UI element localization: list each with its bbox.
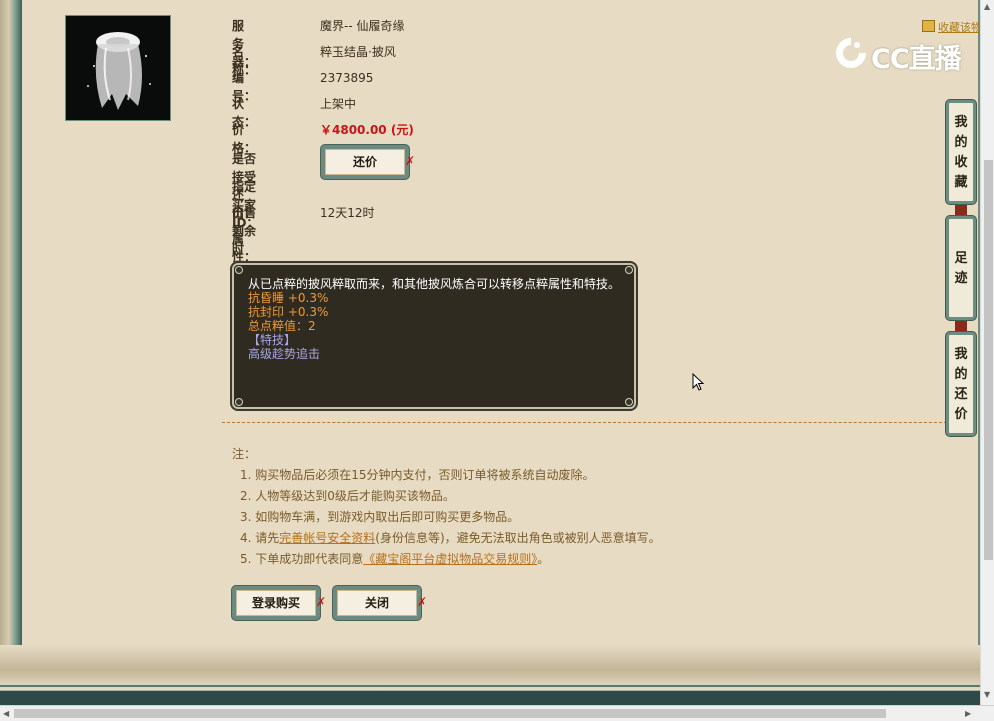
bottom-frame-border — [0, 645, 980, 690]
corner-ornament — [235, 266, 243, 274]
section-divider — [222, 422, 977, 423]
close-button[interactable]: 关闭 ✗ — [333, 586, 427, 620]
vertical-scroll-thumb[interactable] — [984, 160, 993, 560]
mouse-cursor-icon — [692, 373, 704, 391]
sidebar-my-favorites[interactable]: 我 的 收 藏 — [946, 100, 976, 204]
horizontal-scrollbar[interactable]: ◀ ▶ — [0, 705, 994, 721]
notes-title: 注： — [232, 447, 257, 461]
note-item: 4. 请先完善帐号安全资料(身份信息等)，避免无法取出角色或被别人恶意填写。 — [240, 531, 661, 545]
left-frame-border — [0, 0, 22, 690]
description-text: 从已点粹的披风粹取而来，和其他披风炼合可以转移点粹属性和特技。 — [248, 277, 621, 291]
favorite-folder-icon — [922, 20, 935, 32]
item-image — [65, 15, 171, 121]
note-item: 3. 如购物车满，到游戏内取出后即可购买更多物品。 — [240, 510, 520, 524]
scroll-up-icon[interactable]: ▲ — [984, 2, 990, 11]
account-security-link[interactable]: 完善帐号安全资料 — [279, 531, 375, 545]
scroll-down-icon[interactable]: ▼ — [984, 690, 990, 699]
note-item: 5. 下单成功即代表同意《藏宝阁平台虚拟物品交易规则》。 — [240, 552, 550, 566]
note-item: 1. 购买物品后必须在15分钟内支付，否则订单将被系统自动废除。 — [240, 468, 595, 482]
skill-header: 【特技】 — [248, 333, 297, 347]
attribute-line: 抗封印 +0.3% — [248, 305, 329, 319]
sidebar-my-offers[interactable]: 我 的 还 价 — [946, 332, 976, 436]
ribbon-knot-icon: ✗ — [315, 595, 326, 609]
vertical-scrollbar[interactable]: ▲ ▼ — [980, 0, 994, 705]
notes-section: 注： 1. 购买物品后必须在15分钟内支付，否则订单将被系统自动废除。 2. 人… — [232, 444, 661, 570]
sidebar-history[interactable]: 足 迹 — [946, 216, 976, 320]
watermark-dragon-icon — [836, 38, 866, 68]
corner-ornament — [235, 398, 243, 406]
skill-name: 高级趁势追击 — [248, 347, 321, 361]
item-description-box: 从已点粹的披风粹取而来，和其他披风炼合可以转移点粹属性和特技。 抗昏睡 +0.3… — [232, 263, 636, 409]
price-value: ￥4800.00 (元) — [320, 123, 414, 137]
corner-ornament — [625, 266, 633, 274]
watermark-logo: CC直播 — [833, 33, 963, 75]
corner-ornament — [625, 398, 633, 406]
note-item: 2. 人物等级达到0级后才能购买该物品。 — [240, 489, 455, 503]
attribute-line: 总点粹值：2 — [248, 319, 316, 333]
login-buy-button[interactable]: 登录购买 ✗ — [232, 586, 326, 620]
trading-rules-link[interactable]: 《藏宝阁平台虚拟物品交易规则》 — [363, 552, 537, 566]
scroll-left-icon[interactable]: ◀ — [3, 709, 9, 718]
ribbon-knot-icon: ✗ — [404, 154, 415, 168]
horizontal-scroll-thumb[interactable] — [14, 709, 886, 718]
counter-offer-button[interactable]: 还价 ✗ — [321, 145, 415, 179]
watermark-text: CC直播 — [871, 44, 962, 75]
attribute-line: 抗昏睡 +0.3% — [248, 291, 329, 305]
ribbon-knot-icon: ✗ — [416, 595, 427, 609]
scroll-right-icon[interactable]: ▶ — [965, 709, 971, 718]
bottom-frame-line — [0, 685, 980, 687]
